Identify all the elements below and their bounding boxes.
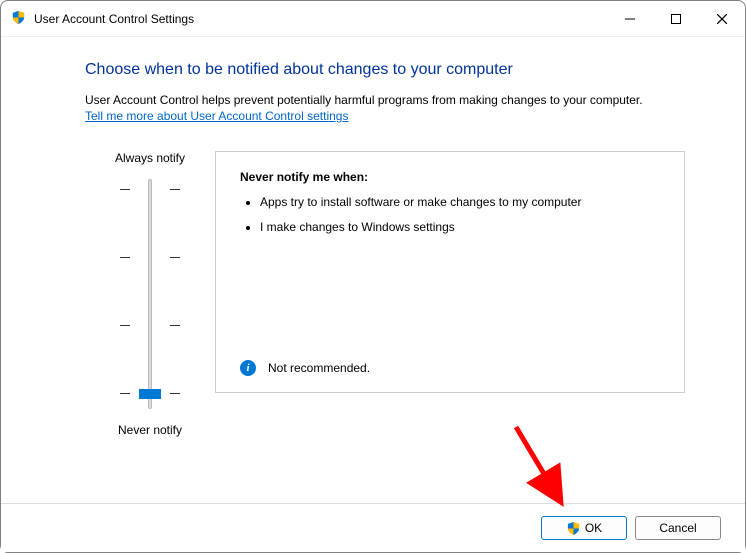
page-heading: Choose when to be notified about changes… [85, 61, 685, 79]
ok-button-label: OK [585, 521, 602, 535]
info-bullet: I make changes to Windows settings [260, 219, 660, 236]
footer: OK Cancel [1, 503, 745, 552]
slider-bottom-label: Never notify [118, 423, 182, 437]
info-list: Apps try to install software or make cha… [240, 194, 660, 236]
info-bullet: Apps try to install software or make cha… [260, 194, 660, 211]
cancel-button-label: Cancel [659, 521, 696, 535]
close-button[interactable] [699, 1, 745, 37]
recommendation-row: i Not recommended. [240, 360, 370, 376]
uac-shield-icon [566, 521, 581, 536]
minimize-button[interactable] [607, 1, 653, 37]
maximize-button[interactable] [653, 1, 699, 37]
learn-more-link[interactable]: Tell me more about User Account Control … [85, 109, 348, 123]
content-area: Choose when to be notified about changes… [1, 37, 745, 503]
cancel-button[interactable]: Cancel [635, 516, 721, 540]
ok-button[interactable]: OK [541, 516, 627, 540]
page-description: User Account Control helps prevent poten… [85, 93, 685, 107]
recommendation-text: Not recommended. [268, 361, 370, 375]
info-icon: i [240, 360, 256, 376]
uac-slider[interactable] [120, 179, 180, 409]
slider-top-label: Always notify [115, 151, 185, 165]
slider-thumb[interactable] [139, 389, 161, 399]
slider-column: Always notify Never notify [85, 151, 215, 437]
info-panel: Never notify me when: Apps try to instal… [215, 151, 685, 393]
uac-shield-icon [11, 10, 26, 28]
titlebar: User Account Control Settings [1, 1, 745, 37]
window-title: User Account Control Settings [34, 12, 607, 26]
info-title: Never notify me when: [240, 170, 660, 184]
slider-track [148, 179, 152, 409]
